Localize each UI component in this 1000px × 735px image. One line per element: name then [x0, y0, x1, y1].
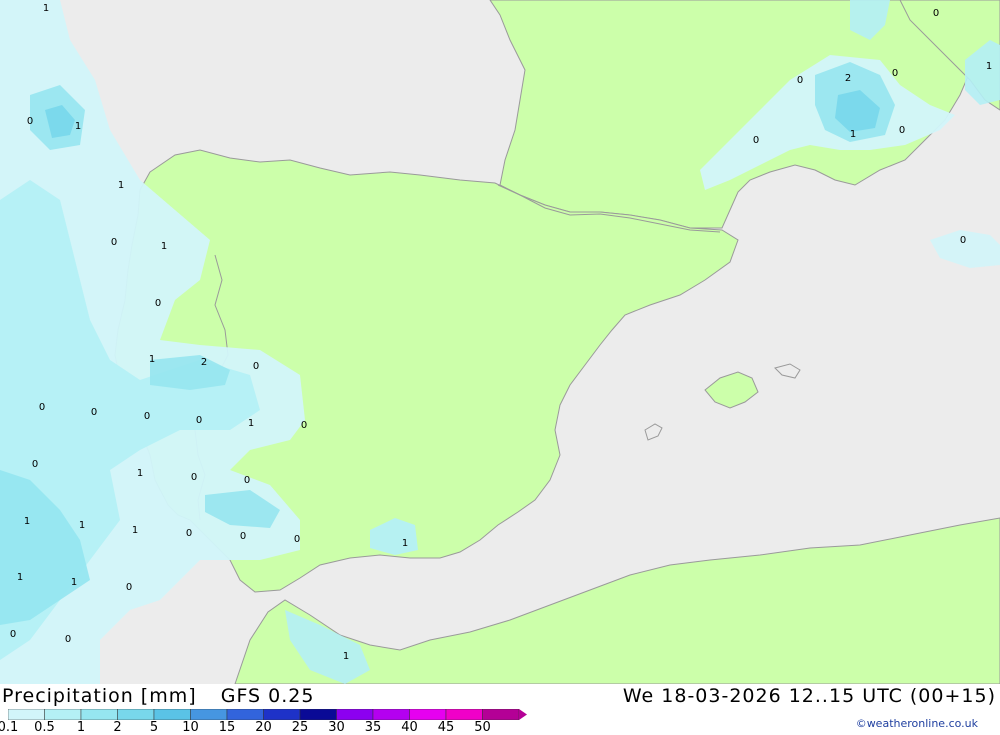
contour-label: 1: [248, 418, 254, 429]
contour-label: 0: [899, 125, 905, 136]
legend-swatch: [299, 709, 337, 720]
legend-swatch: [226, 709, 264, 720]
valid-time: We 18-03-2026 12..15 UTC (00+15): [622, 685, 996, 707]
contour-label: 0: [301, 420, 307, 431]
contour-label: 1: [132, 525, 138, 536]
contour-label: 0: [10, 629, 16, 640]
legend-swatch: [80, 709, 118, 720]
contour-label: 1: [79, 520, 85, 531]
contour-label: 0: [960, 235, 966, 246]
map-title: Precipitation [mm] GFS 0.25: [2, 685, 314, 707]
precipitation-legend: [8, 709, 527, 720]
contour-label: 1: [402, 538, 408, 549]
contour-label: 1: [137, 468, 143, 479]
contour-label: 0: [186, 528, 192, 539]
contour-label: 1: [71, 577, 77, 588]
contour-label: 0: [294, 534, 300, 545]
contour-label: 0: [27, 116, 33, 127]
legend-swatch: [445, 709, 483, 720]
contour-label: 1: [850, 129, 856, 140]
contour-label: 0: [39, 402, 45, 413]
contour-label: 0: [32, 459, 38, 470]
contour-label: 0: [892, 68, 898, 79]
legend-arrow: [519, 709, 527, 720]
credit-text: ©weatheronline.co.uk: [855, 717, 978, 730]
legend-labels: 0.1 0.5 1 2 5 10 15 20 25 30 35 40 45 50: [0, 720, 520, 735]
contour-label: 1: [343, 651, 349, 662]
model-name: GFS 0.25: [220, 685, 315, 707]
contour-label: 0: [244, 475, 250, 486]
legend-swatch: [372, 709, 410, 720]
contour-label: 0: [797, 75, 803, 86]
contour-label: 1: [24, 516, 30, 527]
contour-label: 0: [240, 531, 246, 542]
contour-label: 0: [253, 361, 259, 372]
weather-map-panel: 1 0 1 1 0 1 0 1 2 0 0 0 0 0 1 0 0 1 0 0 1 1 1 0 0 0 1 1 1 0 0 0 1 0 0 2 0 1 0 1…: [0, 0, 1000, 735]
contour-label: 0: [111, 237, 117, 248]
contour-label: 1: [161, 241, 167, 252]
contour-label: 0: [144, 411, 150, 422]
legend-swatch: [153, 709, 191, 720]
contour-label: 1: [17, 572, 23, 583]
map-footer: Precipitation [mm] GFS 0.25 We 18-03-202…: [0, 684, 1000, 735]
contour-label: 2: [201, 357, 207, 368]
contour-label: 1: [75, 121, 81, 132]
contour-label: 1: [986, 61, 992, 72]
contour-label: 0: [91, 407, 97, 418]
contour-label: 1: [43, 3, 49, 14]
legend-swatch: [482, 709, 520, 720]
legend-swatch: [44, 709, 82, 720]
contour-label: 1: [118, 180, 124, 191]
precipitation-map: 1 0 1 1 0 1 0 1 2 0 0 0 0 0 1 0 0 1 0 0 1 1 1 0 0 0 1 1 1 0 0 0 1 0 0 2 0 1 0 1…: [0, 0, 1000, 684]
contour-label: 0: [933, 8, 939, 19]
product-title: Precipitation [mm]: [2, 685, 197, 707]
legend-swatch: [8, 709, 45, 720]
contour-label: 0: [65, 634, 71, 645]
legend-swatch: [409, 709, 447, 720]
contour-label: 0: [155, 298, 161, 309]
contour-label: 0: [126, 582, 132, 593]
legend-swatch: [263, 709, 301, 720]
legend-swatch: [190, 709, 228, 720]
contour-label: 0: [196, 415, 202, 426]
contour-label: 0: [191, 472, 197, 483]
legend-swatch: [117, 709, 155, 720]
contour-label: 2: [845, 73, 851, 84]
contour-label: 1: [149, 354, 155, 365]
contour-label: 0: [753, 135, 759, 146]
legend-swatch: [336, 709, 374, 720]
